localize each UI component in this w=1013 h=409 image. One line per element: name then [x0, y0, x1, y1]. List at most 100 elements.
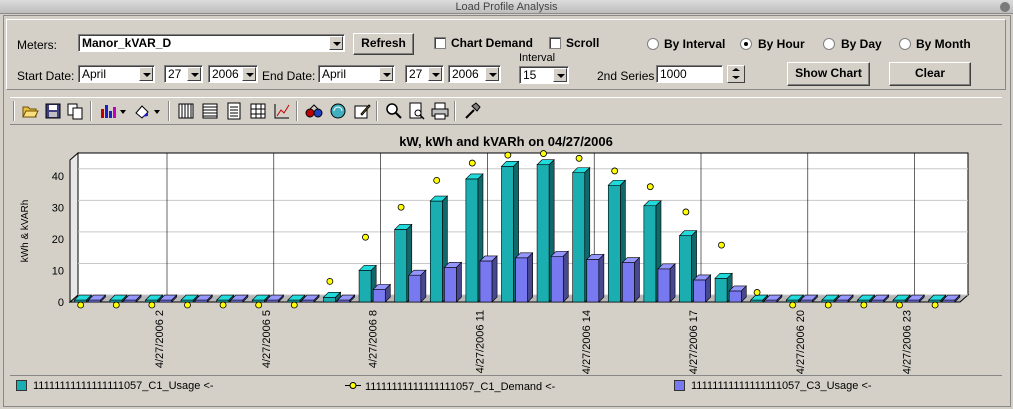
- chevron-down-icon[interactable]: [553, 68, 567, 82]
- bar-c3-usage: [728, 285, 748, 303]
- end-day-value: 27: [409, 67, 423, 81]
- tools-icon[interactable]: [462, 101, 482, 121]
- bar-chart-type-icon[interactable]: [98, 101, 126, 121]
- legend-item-c1-usage: 11111111111111111057_C1_Usage <-: [16, 380, 214, 392]
- by-interval-radio[interactable]: [647, 38, 659, 50]
- show-chart-button[interactable]: Show Chart: [787, 62, 870, 86]
- copy-icon[interactable]: [65, 101, 85, 121]
- legend-label: 11111111111111111057_C1_Usage <-: [33, 380, 214, 392]
- bar-front: [536, 164, 550, 303]
- end-month-dropdown[interactable]: April: [318, 65, 395, 83]
- by-month-radio[interactable]: [899, 38, 911, 50]
- demand-point: [575, 154, 583, 162]
- legend-label: 11111111111111111057_C3_Usage <-: [691, 380, 872, 392]
- demand-point: [504, 151, 512, 159]
- toolbar-separator: [454, 101, 456, 121]
- print-preview-icon[interactable]: [407, 101, 427, 121]
- interval-label: Interval: [519, 52, 556, 64]
- chevron-down-icon[interactable]: [242, 67, 256, 81]
- bar-front: [444, 266, 457, 303]
- toolbar-separator: [90, 101, 92, 121]
- chart-title: kW, kWh and kVARh on 04/27/2006: [399, 134, 613, 149]
- demand-point: [931, 301, 939, 309]
- bar-front: [501, 166, 514, 303]
- start-month-dropdown[interactable]: April: [78, 65, 155, 83]
- demand-point: [682, 208, 690, 216]
- second-series-input[interactable]: 1000: [656, 65, 723, 83]
- bar-front: [323, 296, 336, 303]
- legend-item-c3-usage: 11111111111111111057_C3_Usage <-: [674, 380, 872, 392]
- chevron-down-icon[interactable]: [329, 36, 343, 50]
- chevron-down-icon[interactable]: [187, 67, 201, 81]
- demand-point: [255, 301, 263, 309]
- chart-demand-checkbox[interactable]: [434, 37, 446, 49]
- demand-point: [112, 301, 120, 309]
- legend-item-c1-demand: 11111111111111111057_C1_Demand <-: [345, 380, 555, 393]
- chevron-down-icon[interactable]: [139, 67, 153, 81]
- bar-c3-usage: [479, 255, 498, 303]
- clear-button[interactable]: Clear: [889, 62, 971, 86]
- bar-front: [586, 259, 600, 303]
- data-grid-icon[interactable]: [248, 101, 268, 121]
- end-day-dropdown[interactable]: 27: [405, 65, 444, 83]
- y-tick-label: 10: [52, 265, 64, 277]
- toolbar-grip: [13, 101, 15, 121]
- demand-point: [290, 301, 298, 309]
- demand-point: [77, 301, 85, 309]
- bar-front: [693, 279, 706, 303]
- demand-point: [326, 277, 334, 285]
- bar-front: [465, 178, 479, 303]
- start-year-dropdown[interactable]: 2006: [208, 65, 258, 83]
- demand-point: [611, 167, 619, 175]
- demand-point: [718, 241, 725, 249]
- by-hour-radio[interactable]: [740, 38, 752, 50]
- close-icon[interactable]: [1000, 2, 1010, 12]
- palette-icon[interactable]: [132, 101, 160, 121]
- save-icon[interactable]: [43, 101, 63, 121]
- bar-front: [643, 205, 657, 303]
- 3d-view-icon[interactable]: [304, 101, 324, 121]
- second-series-spinner[interactable]: [727, 65, 745, 83]
- demand-point: [860, 301, 868, 309]
- demand-point: [148, 301, 156, 309]
- axis-icon[interactable]: [272, 101, 292, 121]
- controls-panel: Meters: Manor_kVAR_D Refresh Chart Deman…: [6, 19, 1006, 90]
- legend-icon[interactable]: [224, 101, 244, 121]
- bar-side: [491, 255, 498, 303]
- zoom-icon[interactable]: [384, 101, 404, 121]
- horizontal-grid-icon[interactable]: [200, 101, 220, 121]
- chevron-down-icon[interactable]: [485, 67, 499, 81]
- scroll-label: Scroll: [566, 36, 600, 50]
- end-year-dropdown[interactable]: 2006: [448, 65, 501, 83]
- spin-down-icon[interactable]: [732, 76, 740, 79]
- bar-front: [714, 278, 728, 303]
- bar-front: [394, 229, 408, 303]
- by-month-label: By Month: [916, 37, 971, 51]
- bar-side: [598, 253, 605, 303]
- rotate-icon[interactable]: [328, 101, 348, 121]
- chevron-down-icon[interactable]: [428, 67, 442, 81]
- start-day-value: 27: [168, 67, 182, 81]
- demand-point: [433, 177, 441, 184]
- meters-dropdown[interactable]: Manor_kVAR_D: [78, 34, 345, 52]
- demand-point: [219, 301, 227, 309]
- spin-up-icon[interactable]: [732, 68, 740, 71]
- edit-series-icon[interactable]: [352, 101, 372, 121]
- y-tick-label: 20: [52, 234, 64, 246]
- vertical-grid-icon[interactable]: [176, 101, 196, 121]
- end-date-label: End Date:: [262, 69, 316, 83]
- chart-toolbar: [10, 97, 1002, 125]
- refresh-button[interactable]: Refresh: [353, 33, 414, 55]
- start-day-dropdown[interactable]: 27: [164, 65, 203, 83]
- x-tick-label: 4/27/2006 8: [368, 310, 380, 368]
- interval-dropdown[interactable]: 15: [519, 66, 569, 84]
- scroll-checkbox[interactable]: [549, 37, 561, 49]
- bar-front: [572, 172, 586, 303]
- bar-side: [669, 263, 676, 303]
- print-icon[interactable]: [430, 101, 450, 121]
- open-icon[interactable]: [20, 101, 40, 121]
- x-tick-label: 4/27/2006 14: [581, 310, 593, 374]
- by-day-radio[interactable]: [823, 38, 835, 50]
- start-month-value: April: [82, 67, 107, 81]
- chevron-down-icon[interactable]: [379, 67, 393, 81]
